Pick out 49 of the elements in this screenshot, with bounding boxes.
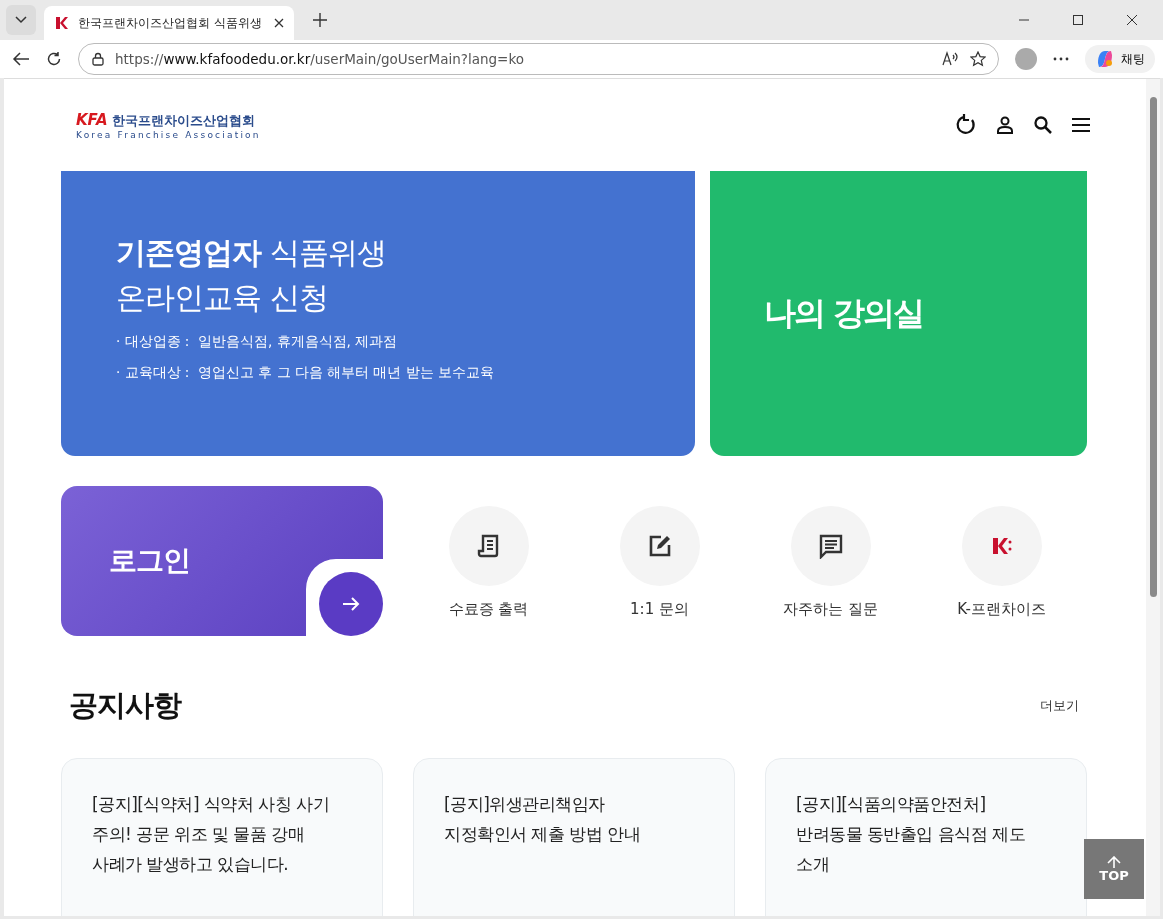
hero-detail: · 대상업종 : 일반음식점, 휴게음식점, 제과점	[116, 333, 399, 351]
lock-icon	[91, 52, 105, 66]
login-title: 로그인	[109, 543, 190, 579]
hero-detail: · 교육대상 : 영업신고 후 그 다음 해부터 매년 받는 보수교육	[116, 364, 496, 382]
section-title: 공지사항	[69, 687, 181, 724]
brand-logo-icon	[990, 536, 1013, 556]
menu-icon[interactable]	[1071, 117, 1091, 133]
tab-list-button[interactable]	[6, 5, 36, 35]
classroom-title: 나의 강의실	[764, 292, 924, 334]
arrow-up-icon	[1107, 855, 1121, 868]
notice-title: [공지][식품의약품안전처] 반려동물 동반출입 음식점 제도 소개	[796, 793, 1027, 876]
notice-card[interactable]: [공지]위생관리책임자 지정확인서 제출 방법 안내	[413, 758, 735, 916]
chevron-down-icon	[15, 16, 27, 24]
scrollbar-thumb[interactable]	[1150, 97, 1157, 597]
chat-button[interactable]: 채팅	[1085, 45, 1155, 73]
quick-link-label[interactable]: K-프랜차이즈	[957, 600, 1046, 619]
top-button[interactable]: TOP	[1084, 839, 1144, 899]
refresh-icon[interactable]	[46, 51, 62, 67]
site-logo-icon	[54, 15, 70, 31]
read-aloud-icon[interactable]	[942, 51, 960, 67]
education-apply-card[interactable]: 기존영업자 식품위생 온라인교육 신청 · 대상업종 : 일반음식점, 휴게음식점, 제과점 · 교육대상 : 영업신고 후 그 다음 해부터 매년 받는 보수교육	[61, 171, 695, 456]
chat-icon	[817, 533, 844, 559]
quick-link-label[interactable]: 자주하는 질문	[783, 600, 878, 619]
close-icon[interactable]	[1126, 14, 1138, 26]
new-tab-icon[interactable]	[312, 12, 328, 28]
hero-title: 기존영업자 식품위생	[116, 234, 387, 272]
url-text: https://www.kfafoodedu.or.kr/userMain/goUserMain?lang=ko	[115, 51, 525, 67]
notice-card[interactable]: [공지][식품의약품안전처] 반려동물 동반출입 음식점 제도 소개	[765, 758, 1087, 916]
browser-tab[interactable]: 한국프랜차이즈산업협회 식품위생	[44, 6, 294, 40]
login-card[interactable]: 로그인	[61, 486, 383, 636]
star-icon[interactable]	[970, 51, 986, 67]
site-logo[interactable]: KFA 한국프랜차이즈산업협회 Korea Franchise Association	[76, 110, 261, 140]
quick-link-label[interactable]: 1:1 문의	[630, 600, 689, 619]
notice-card[interactable]: [공지][식약처] 식약처 사칭 사기 주의! 공문 위조 및 물품 강매 사례가 발생하고 있습니다.	[61, 758, 383, 916]
tab-title: 한국프랜차이즈산업협회 식품위생	[78, 15, 263, 31]
maximize-icon[interactable]	[1072, 14, 1084, 26]
refresh-icon[interactable]	[955, 114, 977, 136]
back-icon[interactable]	[12, 51, 30, 67]
close-icon[interactable]	[274, 18, 284, 28]
quick-link-label[interactable]: 수료증 출력	[448, 600, 529, 619]
user-icon[interactable]	[995, 115, 1015, 135]
copilot-icon	[1095, 49, 1115, 69]
notice-title: [공지][식약처] 식약처 사칭 사기 주의! 공문 위조 및 물품 강매 사례가 발생하고 있습니다.	[92, 793, 331, 876]
more-icon[interactable]	[1053, 57, 1069, 61]
hero-subtitle: 온라인교육 신청	[116, 279, 329, 317]
arrow-right-icon	[342, 596, 360, 612]
search-icon[interactable]	[1033, 115, 1053, 135]
more-link[interactable]: 더보기	[1040, 697, 1079, 715]
notice-title: [공지]위생관리책임자 지정확인서 제출 방법 안내	[444, 793, 642, 846]
